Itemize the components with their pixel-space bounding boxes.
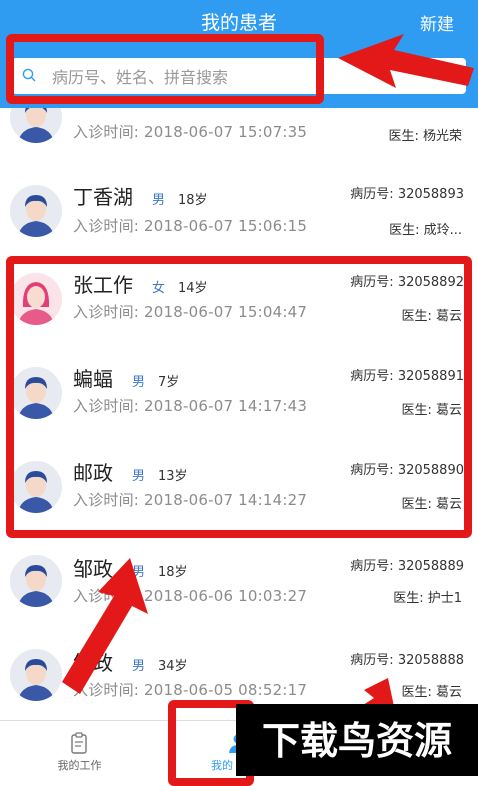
- patient-gender: 男: [132, 469, 146, 484]
- patient-name: 丁香湖: [73, 185, 133, 209]
- search-icon: [22, 68, 36, 82]
- patient-gender: 男: [132, 565, 146, 580]
- avatar: [10, 555, 62, 607]
- patient-name: 邹政: [73, 557, 113, 581]
- visit-time: 入诊时间: 2018-06-07 15:04:47: [73, 303, 308, 321]
- watermark-logo: 下载鸟资源: [236, 704, 478, 776]
- patient-age: 18岁: [178, 193, 208, 208]
- avatar: [10, 649, 62, 701]
- visit-time: 入诊时间: 2018-06-07 14:17:43: [73, 397, 308, 415]
- patient-gender: 男: [132, 375, 146, 390]
- patient-name: 邹政: [73, 651, 113, 675]
- avatar: [10, 367, 62, 419]
- avatar: [10, 461, 62, 513]
- patient-gender: 女: [152, 281, 166, 296]
- female-avatar-icon: [10, 273, 62, 325]
- patient-list: 入诊时间: 2018-06-07 15:07:35 医生: 杨光荣 丁香湖 男 …: [0, 108, 478, 720]
- page-title: 我的患者: [200, 12, 277, 34]
- male-avatar-icon: [10, 367, 62, 419]
- doctor: 医生: 葛云: [401, 685, 462, 700]
- male-avatar-icon: [10, 185, 62, 237]
- visit-time: 入诊时间: 2018-06-07 14:14:27: [73, 491, 308, 509]
- record-number: 病历号: 32058891: [350, 369, 464, 384]
- record-number: 病历号: 32058888: [350, 653, 464, 668]
- visit-time: 入诊时间: 2018-06-07 15:06:15: [73, 217, 308, 235]
- male-avatar-icon: [10, 461, 62, 513]
- search-box[interactable]: [12, 58, 466, 96]
- male-avatar-icon: [10, 555, 62, 607]
- record-number: 病历号: 32058893: [350, 187, 464, 202]
- patient-row[interactable]: 丁香湖 男 18岁 入诊时间: 2018-06-07 15:06:15 病历号:…: [0, 165, 478, 260]
- search-input[interactable]: [50, 58, 454, 96]
- nav-label: 我的工作: [57, 759, 102, 772]
- record-number: 病历号: 32058889: [350, 559, 464, 574]
- doctor: 医生: 葛云: [401, 309, 462, 324]
- patient-row[interactable]: 邮政 男 13岁 入诊时间: 2018-06-07 14:14:27 病历号: …: [0, 447, 478, 542]
- patient-age: 18岁: [158, 565, 188, 580]
- clipboard-icon: [71, 732, 87, 754]
- male-avatar-icon: [10, 649, 62, 701]
- patient-age: 7岁: [158, 375, 180, 390]
- patient-name: 蝙蝠: [73, 367, 113, 391]
- visit-time: 入诊时间: 2018-06-06 10:03:27: [73, 587, 308, 605]
- doctor: 医生: 成玲...: [389, 223, 462, 238]
- doctor: 医生: 护士1: [393, 591, 462, 606]
- patient-name: 张工作: [73, 273, 133, 297]
- doctor: 医生: 杨光荣: [388, 129, 462, 144]
- watermark-text: 下载鸟资源: [262, 719, 452, 763]
- doctor: 医生: 葛云: [401, 497, 462, 512]
- patient-row[interactable]: 蝙蝠 男 7岁 入诊时间: 2018-06-07 14:17:43 病历号: 3…: [0, 353, 478, 448]
- app-header: 我的患者 新建: [0, 0, 478, 42]
- male-avatar-icon: [10, 108, 62, 143]
- new-patient-button[interactable]: 新建: [420, 10, 454, 35]
- record-number: 病历号: 32058892: [350, 275, 464, 290]
- search-bar: [0, 42, 478, 108]
- record-number: 病历号: 32058890: [350, 463, 464, 478]
- doctor: 医生: 葛云: [401, 403, 462, 418]
- patient-gender: 男: [132, 659, 146, 674]
- avatar: [10, 273, 62, 325]
- patient-row[interactable]: 邹政 男 18岁 入诊时间: 2018-06-06 10:03:27 病历号: …: [0, 541, 478, 636]
- visit-time: 入诊时间: 2018-06-07 15:07:35: [73, 123, 308, 141]
- patient-age: 14岁: [178, 281, 208, 296]
- nav-my-work[interactable]: 我的工作: [0, 721, 159, 777]
- avatar: [10, 185, 62, 237]
- patient-age: 34岁: [158, 659, 188, 674]
- patient-age: 13岁: [158, 469, 188, 484]
- patient-gender: 男: [152, 193, 166, 208]
- patient-row[interactable]: 张工作 女 14岁 入诊时间: 2018-06-07 15:04:47 病历号:…: [0, 259, 478, 354]
- patient-row[interactable]: 入诊时间: 2018-06-07 15:07:35 医生: 杨光荣: [0, 108, 478, 166]
- avatar: [10, 108, 62, 143]
- visit-time: 入诊时间: 2018-06-05 08:52:17: [73, 681, 308, 699]
- patient-name: 邮政: [73, 461, 113, 485]
